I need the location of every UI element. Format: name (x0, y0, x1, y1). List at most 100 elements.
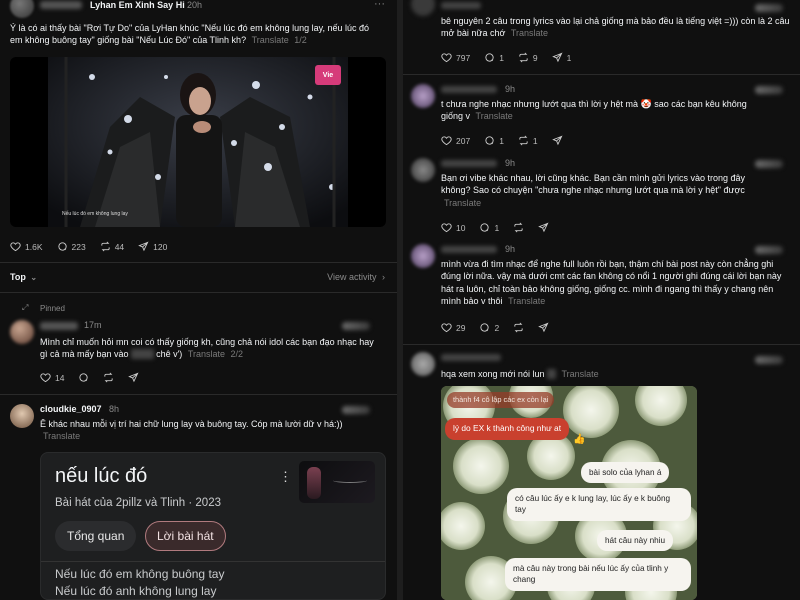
song-thumbnail[interactable] (299, 461, 375, 503)
translate-link[interactable]: Translate (508, 296, 545, 306)
song-card[interactable]: nếu lúc đó ⋮ Bài hát của 2pillz và Tlinh… (40, 452, 386, 600)
share-button[interactable]: 1 (551, 52, 571, 63)
heart-icon (441, 53, 452, 63)
translate-link[interactable]: Translate (511, 28, 548, 38)
post-text: Ý là có ai thấy bài "Rơi Tự Do" của LyHa… (10, 22, 380, 47)
repost-button[interactable]: 44 (100, 241, 124, 252)
translate-link[interactable]: Translate (444, 198, 481, 208)
view-activity-label: View activity (327, 272, 377, 282)
avatar[interactable] (10, 320, 34, 344)
view-activity-link[interactable]: View activity › (327, 272, 385, 282)
blurred-username (441, 2, 481, 9)
comment-icon (57, 242, 67, 251)
repost-count: 1 (532, 135, 538, 146)
chat-message: thành f4 cô lập các ex còn lại (447, 392, 555, 409)
post-username[interactable]: Lyhan Em Xinh Say Hi (90, 0, 185, 10)
song-subtitle: Bài hát của 2pillz và Tlinh · 2023 (55, 497, 221, 509)
heart-icon (441, 223, 452, 233)
left-thread-column: Lyhan Em Xinh Say Hi 20h ··· Ý là có ai … (0, 0, 397, 600)
tab-overview[interactable]: Tổng quan (55, 521, 137, 551)
avatar[interactable] (411, 84, 435, 108)
lyric-line-2: Nếu lúc đó anh không lung lay (55, 584, 217, 598)
more-options-icon[interactable]: ··· (374, 0, 385, 10)
post-video[interactable]: Vie Nếu lúc đó em không lung lay (10, 57, 386, 227)
comment-5-body: hqa xem xong mới nói lun (441, 369, 545, 379)
translate-link[interactable]: Translate (562, 369, 599, 379)
blurred-username (441, 354, 501, 361)
avatar[interactable] (10, 0, 34, 18)
chat-screenshot-image[interactable]: thành f4 cô lập các ex còn lại lý do EX … (441, 386, 697, 600)
reply-username[interactable]: cloudkie_0907 (40, 404, 102, 414)
chat-message: mà câu này trong bài nếu lúc ấy của tlin… (505, 558, 691, 591)
right-thread-column: bê nguyên 2 câu trong lyrics vào lại chả… (403, 0, 800, 600)
translate-link[interactable]: Translate (476, 111, 513, 121)
share-icon (538, 322, 549, 333)
blurred-reactions (755, 160, 783, 168)
like-count: 14 (55, 372, 65, 383)
lyric-line-1: Nếu lúc đó em không buông tay (55, 567, 225, 581)
like-count: 797 (456, 52, 471, 63)
comment-button[interactable] (78, 372, 89, 383)
avatar[interactable] (411, 0, 435, 16)
sort-dropdown[interactable]: Top ⌄ (10, 272, 37, 282)
comment-icon (480, 223, 490, 232)
comment-button[interactable]: 2 (479, 322, 499, 333)
tab-lyrics[interactable]: Lời bài hát (145, 521, 226, 551)
comment-4-body: mình vừa đi tìm nhạc để nghe full luôn r… (441, 259, 782, 307)
comment-3-text: Bạn ơi vibe khác nhau, lời cũng khác. Bạ… (441, 172, 771, 209)
repost-button[interactable] (513, 222, 524, 233)
comment-button[interactable]: 1 (484, 52, 504, 63)
song-title: nếu lúc đó (55, 465, 148, 487)
comment-2-actions: 207 1 1 (441, 135, 577, 146)
repost-button[interactable] (103, 372, 114, 383)
repost-icon (514, 222, 523, 233)
like-button[interactable]: 207 (441, 135, 470, 146)
like-button[interactable]: 797 (441, 52, 470, 63)
comment-button[interactable]: 1 (479, 222, 499, 233)
page-indicator: 1/2 (294, 35, 307, 46)
pinned-actions: 14 (40, 372, 153, 383)
like-count: 29 (456, 322, 466, 333)
blurred-username (441, 246, 497, 253)
repost-button[interactable]: 9 (518, 52, 538, 63)
blurred-username (441, 160, 497, 167)
like-button[interactable]: 29 (441, 322, 465, 333)
page-indicator: 2/2 (230, 349, 244, 360)
comment-button[interactable]: 223 (57, 241, 86, 252)
divider (403, 344, 800, 345)
avatar[interactable] (10, 404, 34, 428)
share-button[interactable] (128, 372, 139, 383)
share-button[interactable]: 120 (138, 241, 167, 252)
translate-link[interactable]: Translate (252, 35, 289, 45)
heart-icon (40, 373, 51, 383)
blurred-username (40, 322, 78, 330)
avatar[interactable] (411, 158, 435, 182)
reply-time: 8h (109, 404, 120, 414)
like-button[interactable]: 1.6K (10, 241, 43, 252)
more-options-icon[interactable]: ⋮ (279, 469, 292, 485)
comment-4-time: 9h (505, 244, 516, 254)
like-button[interactable]: 10 (441, 222, 465, 233)
chat-message: có câu lúc ấy e k lung lay, lúc ấy e k b… (507, 488, 691, 521)
repost-button[interactable] (513, 322, 524, 333)
share-button[interactable] (551, 135, 563, 146)
repost-icon (519, 135, 528, 146)
share-icon (551, 135, 563, 146)
comment-button[interactable]: 1 (484, 135, 504, 146)
blurred-reactions (342, 322, 370, 330)
video-frame: Vie (48, 57, 348, 227)
share-button[interactable] (538, 322, 549, 333)
translate-link[interactable]: Translate (43, 431, 80, 441)
comment-2-body: t chưa nghe nhạc nhưng lướt qua thì lời … (441, 99, 638, 109)
repost-button[interactable]: 1 (518, 135, 538, 146)
avatar[interactable] (411, 352, 435, 376)
post-time: 20h (187, 0, 203, 10)
share-button[interactable] (538, 222, 549, 233)
like-button[interactable]: 14 (40, 372, 64, 383)
comment-icon (485, 136, 494, 145)
translate-link[interactable]: Translate (188, 349, 225, 359)
comment-icon (485, 53, 494, 62)
avatar[interactable] (411, 244, 435, 268)
post-body: Ý là có ai thấy bài "Rơi Tự Do" của LyHa… (10, 23, 370, 46)
share-icon (551, 52, 563, 63)
